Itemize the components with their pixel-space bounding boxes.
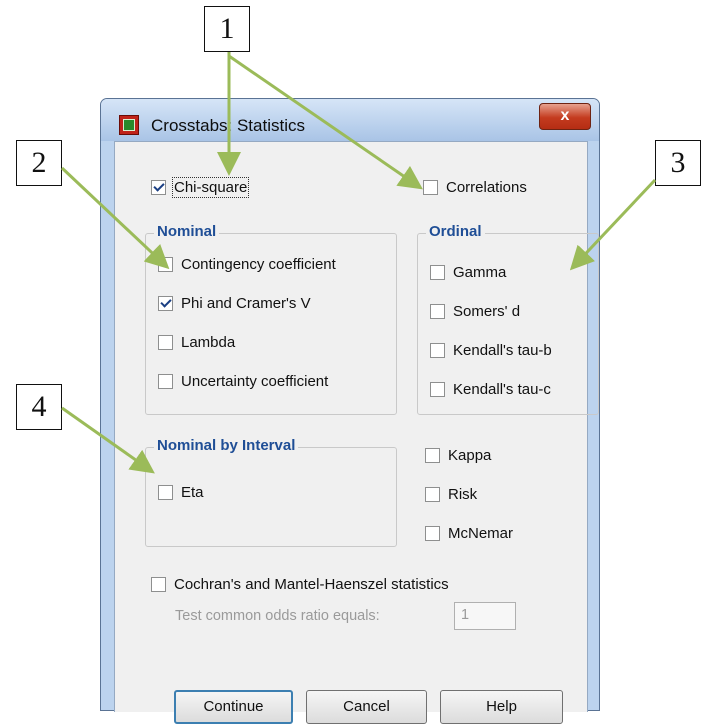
callout-2: 2 — [16, 140, 62, 186]
checkbox-box[interactable] — [151, 577, 166, 592]
correlations-label: Correlations — [446, 179, 527, 196]
checkbox-box[interactable] — [151, 180, 166, 195]
checkbox-box[interactable] — [158, 374, 173, 389]
dialog-body: Chi-square Correlations Nominal Continge… — [114, 141, 599, 724]
chi-square-label: Chi-square — [171, 177, 250, 198]
checkbox-box[interactable] — [425, 526, 440, 541]
mcnemar-checkbox[interactable]: McNemar — [425, 525, 513, 542]
checkbox-box[interactable] — [425, 487, 440, 502]
kappa-checkbox[interactable]: Kappa — [425, 447, 491, 464]
nominal-by-interval-group-title: Nominal by Interval — [154, 437, 299, 454]
title-bar[interactable]: Crosstabs: Statistics x — [101, 99, 599, 141]
checkbox-label: McNemar — [448, 525, 514, 542]
kendalls-tau-b-checkbox[interactable]: Kendall's tau-b — [430, 342, 552, 359]
continue-button[interactable]: Continue — [174, 690, 293, 724]
risk-checkbox[interactable]: Risk — [425, 486, 477, 503]
callout-1: 1 — [204, 6, 250, 52]
eta-checkbox[interactable]: Eta — [158, 484, 204, 501]
cochran-mantel-haenszel-checkbox[interactable]: Cochran's and Mantel-Haenszel statistics — [151, 576, 449, 593]
uncertainty-coefficient-checkbox[interactable]: Uncertainty coefficient — [158, 373, 328, 390]
close-button[interactable]: x — [539, 103, 591, 130]
callout-3: 3 — [655, 140, 701, 186]
checkbox-box[interactable] — [158, 335, 173, 350]
cancel-button[interactable]: Cancel — [306, 690, 427, 724]
checkbox-box[interactable] — [158, 485, 173, 500]
checkbox-label: Cochran's and Mantel-Haenszel statistics — [174, 576, 449, 593]
checkbox-box[interactable] — [430, 304, 445, 319]
checkbox-label: Kappa — [448, 447, 492, 464]
checkbox-label: Lambda — [181, 334, 236, 351]
gamma-checkbox[interactable]: Gamma — [430, 264, 506, 281]
checkbox-label: Gamma — [453, 264, 507, 281]
checkbox-label: Eta — [181, 484, 204, 501]
checkbox-label: Kendall's tau-b — [453, 342, 552, 359]
nominal-group: Nominal Contingency coefficient Phi and … — [145, 223, 397, 415]
spss-app-icon — [119, 115, 139, 135]
nominal-by-interval-group: Nominal by Interval Eta — [145, 437, 397, 547]
window-title: Crosstabs: Statistics — [151, 116, 305, 135]
checkbox-box[interactable] — [430, 382, 445, 397]
checkbox-label: Contingency coefficient — [181, 256, 336, 273]
somers-d-checkbox[interactable]: Somers' d — [430, 303, 520, 320]
checkbox-box[interactable] — [430, 265, 445, 280]
contingency-coefficient-checkbox[interactable]: Contingency coefficient — [158, 256, 336, 273]
checkbox-label: Phi and Cramer's V — [181, 295, 311, 312]
checkbox-box[interactable] — [158, 296, 173, 311]
correlations-checkbox[interactable]: Correlations — [423, 179, 527, 196]
chi-square-checkbox[interactable]: Chi-square — [151, 177, 250, 198]
checkbox-box[interactable] — [425, 448, 440, 463]
odds-ratio-input[interactable]: 1 — [454, 602, 516, 630]
phi-cramers-v-checkbox[interactable]: Phi and Cramer's V — [158, 295, 311, 312]
checkbox-box[interactable] — [423, 180, 438, 195]
checkbox-label: Somers' d — [453, 303, 521, 320]
checkbox-box[interactable] — [158, 257, 173, 272]
ordinal-group-title: Ordinal — [426, 223, 485, 240]
nominal-group-title: Nominal — [154, 223, 220, 240]
checkbox-label: Risk — [448, 486, 478, 503]
checkbox-box[interactable] — [430, 343, 445, 358]
kendalls-tau-c-checkbox[interactable]: Kendall's tau-c — [430, 381, 551, 398]
callout-4: 4 — [16, 384, 62, 430]
help-button[interactable]: Help — [440, 690, 563, 724]
checkbox-label: Uncertainty coefficient — [181, 373, 329, 390]
odds-ratio-label: Test common odds ratio equals: — [175, 608, 380, 624]
ordinal-group: Ordinal Gamma Somers' d Kendall's tau-b … — [417, 223, 599, 415]
lambda-checkbox[interactable]: Lambda — [158, 334, 235, 351]
checkbox-label: Kendall's tau-c — [453, 381, 551, 398]
